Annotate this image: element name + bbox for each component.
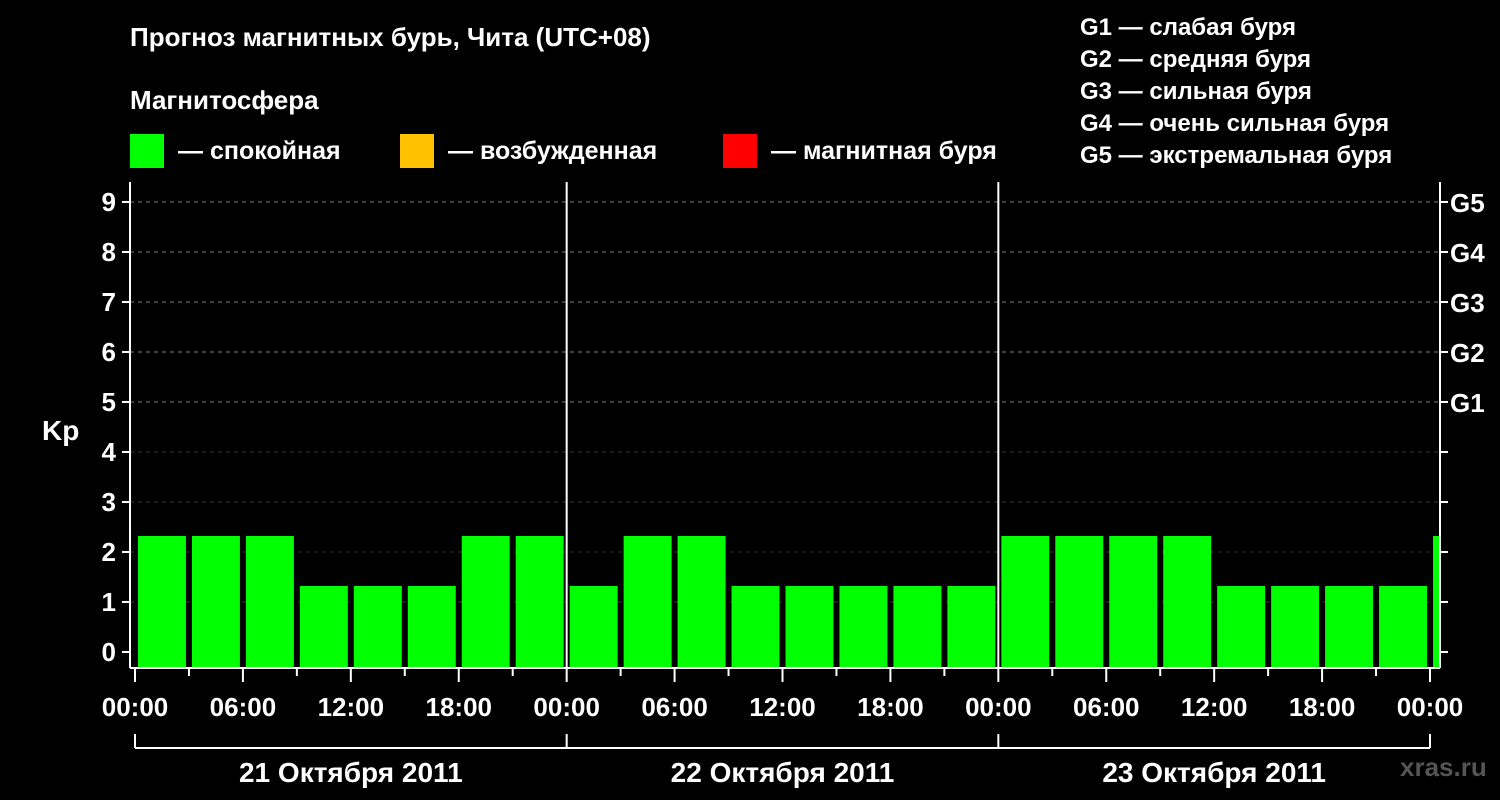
kp-bar — [1271, 586, 1320, 668]
y-tick-label: 6 — [102, 337, 116, 367]
kp-bar — [1379, 586, 1427, 668]
kp-bar — [677, 536, 726, 668]
kp-bar — [1055, 536, 1104, 668]
kp-bar — [515, 536, 564, 668]
y-tick-label: 0 — [102, 637, 116, 667]
x-tick-label: 06:00 — [210, 692, 277, 722]
day-label: 23 Октября 2011 — [1102, 757, 1326, 788]
kp-bar — [407, 586, 456, 668]
kp-bar — [785, 586, 834, 668]
day-label: 22 Октября 2011 — [671, 757, 895, 788]
x-tick-label: 06:00 — [1073, 692, 1140, 722]
kp-bar — [138, 536, 186, 668]
day-label: 21 Октября 2011 — [239, 757, 463, 788]
g-tick-label: G3 — [1450, 288, 1485, 318]
kp-bar — [1163, 536, 1212, 668]
kp-bar — [893, 586, 942, 668]
x-tick-label: 12:00 — [749, 692, 816, 722]
y-tick-label: 9 — [102, 187, 116, 217]
kp-bar — [299, 586, 348, 668]
kp-bar — [461, 536, 510, 668]
kp-bar — [947, 586, 996, 668]
x-tick-label: 00:00 — [533, 692, 600, 722]
x-tick-label: 12:00 — [1181, 692, 1248, 722]
g-tick-label: G4 — [1450, 238, 1485, 268]
watermark: xras.ru — [1400, 752, 1487, 782]
x-tick-label: 00:00 — [965, 692, 1032, 722]
x-tick-label: 18:00 — [1289, 692, 1356, 722]
y-tick-label: 2 — [102, 537, 116, 567]
g-tick-label: G2 — [1450, 338, 1485, 368]
x-tick-label: 12:00 — [318, 692, 385, 722]
y-tick-label: 8 — [102, 237, 116, 267]
y-axis-label: Kp — [42, 415, 79, 446]
kp-bar — [1109, 536, 1158, 668]
kp-bar — [245, 536, 294, 668]
kp-bar — [569, 586, 618, 668]
x-tick-label: 00:00 — [102, 692, 169, 722]
x-tick-label: 06:00 — [641, 692, 708, 722]
y-tick-label: 5 — [102, 387, 116, 417]
kp-bar — [839, 586, 888, 668]
kp-bar — [1217, 586, 1266, 668]
kp-bar — [731, 586, 780, 668]
x-tick-label: 18:00 — [857, 692, 924, 722]
x-tick-label: 00:00 — [1397, 692, 1464, 722]
kp-bar — [623, 536, 672, 668]
kp-bar — [353, 586, 402, 668]
kp-chart: 0 1 2 3 4 5 6 7 8 9 Kp G1 G2 G3 G4 G5 00:00 06:00 12:00 18:… — [42, 182, 1485, 788]
x-tick-label: 18:00 — [426, 692, 493, 722]
kp-bar — [1325, 586, 1374, 668]
g-tick-label: G1 — [1450, 388, 1485, 418]
kp-bar — [191, 536, 240, 668]
kp-bar — [1001, 536, 1050, 668]
y-tick-label: 7 — [102, 287, 116, 317]
g-tick-label: G5 — [1450, 188, 1485, 218]
y-tick-label: 3 — [102, 487, 116, 517]
y-tick-label: 1 — [102, 587, 116, 617]
y-tick-label: 4 — [102, 437, 117, 467]
